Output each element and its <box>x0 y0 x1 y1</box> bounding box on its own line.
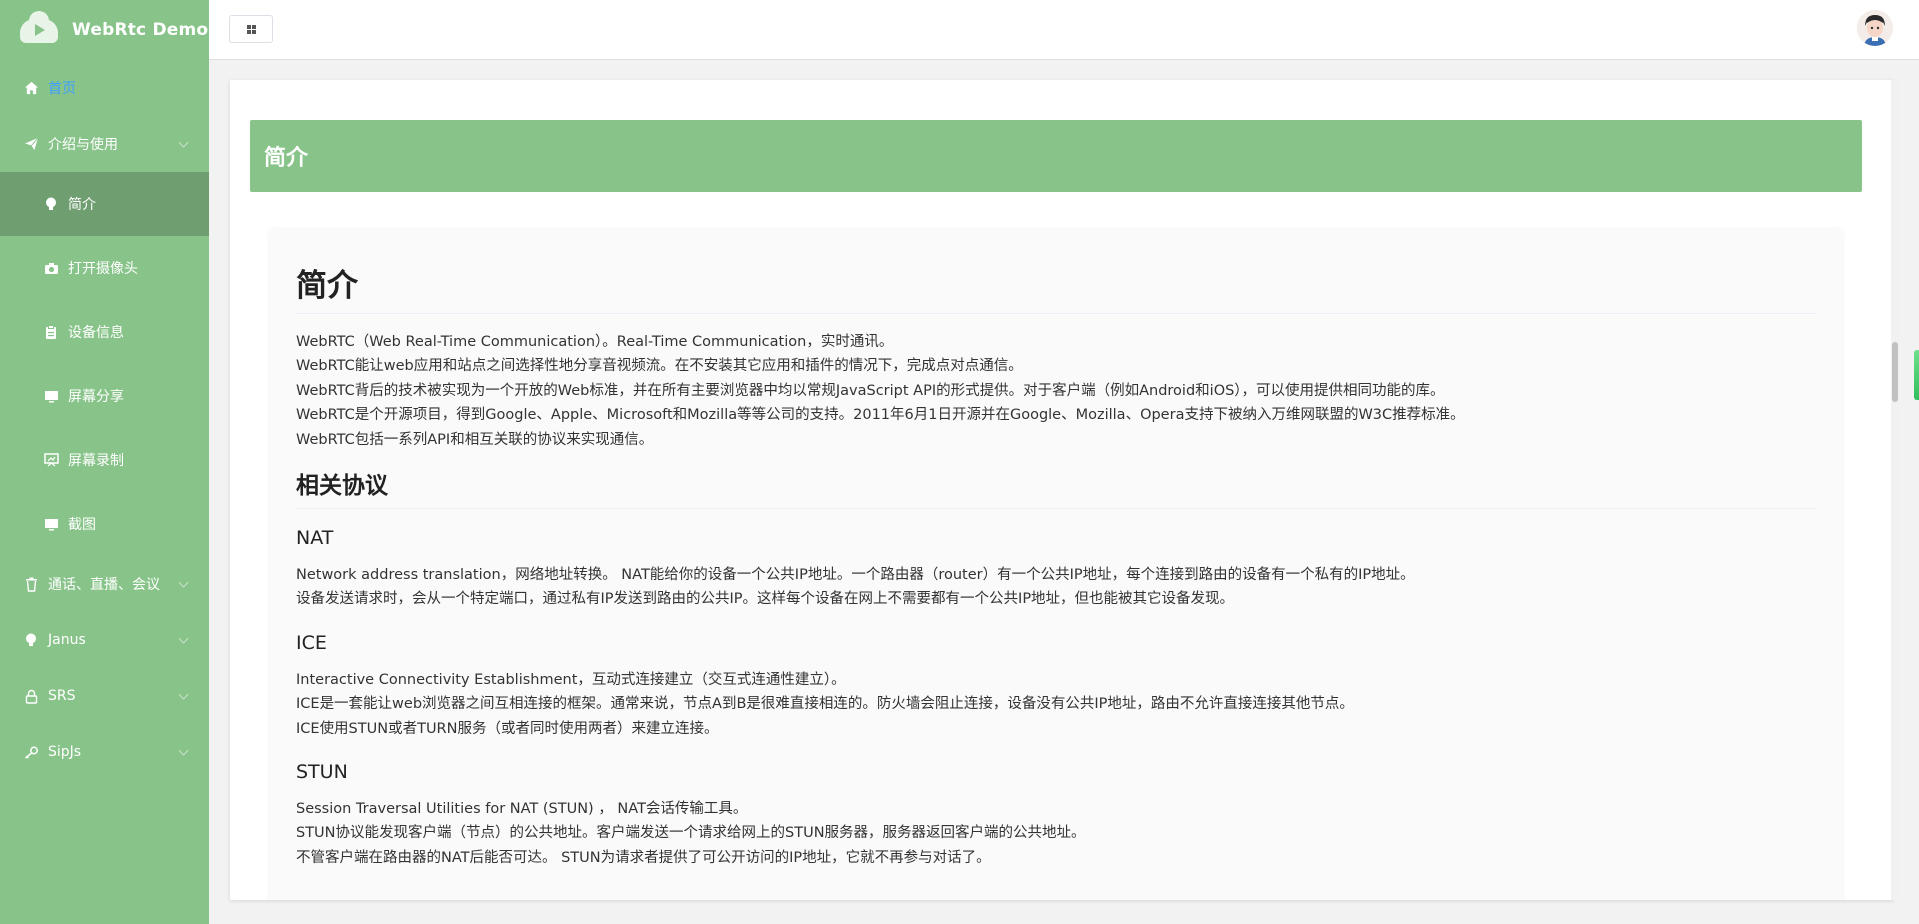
sidebar-item-open-camera[interactable]: 打开摄像头 <box>0 236 209 300</box>
sidebar-item-label: 设备信息 <box>68 325 124 341</box>
user-avatar-icon <box>1857 10 1893 46</box>
sidebar-toggle-button[interactable] <box>229 15 273 43</box>
brand[interactable]: WebRtc Demo <box>0 0 209 60</box>
paragraph-line: WebRTC能让web应用和站点之间选择性地分享音视频流。在不安装其它应用和插件… <box>296 358 1023 375</box>
sidebar-item-label: Janus <box>48 632 86 648</box>
monitor-icon <box>42 515 60 533</box>
camera-icon <box>42 259 60 277</box>
bulb-icon <box>42 195 60 213</box>
sidebar-item-label: 首页 <box>48 81 76 97</box>
paragraph-line: WebRTC是个开源项目，得到Google、Apple、Microsoft和Mo… <box>296 407 1465 424</box>
sidebar-item-label: 通话、直播、会议 <box>48 577 160 593</box>
paragraph-line: WebRTC包括一系列API和相互关联的协议来实现通信。 <box>296 431 654 448</box>
subsection-heading-ice: ICE <box>296 631 327 654</box>
paragraph-line: ICE是一套能让web浏览器之间互相连接的框架。通常来说，节点A到B是很难直接相… <box>296 696 1354 713</box>
sidebar: WebRtc Demo 首页 介绍与使用 简介 打开摄像头 设备信息 屏幕分享 … <box>0 0 209 924</box>
chevron-down-icon <box>178 689 189 700</box>
sidebar-item-call-live-meeting[interactable]: 通话、直播、会议 <box>0 556 209 612</box>
sidebar-item-label: SipJs <box>48 744 82 760</box>
trash-icon <box>22 575 40 593</box>
sidebar-item-janus[interactable]: Janus <box>0 612 209 668</box>
monitor-icon <box>42 387 60 405</box>
chevron-down-icon <box>178 633 189 644</box>
chevron-down-icon <box>178 137 189 148</box>
sidebar-item-label: 介绍与使用 <box>48 137 118 153</box>
sidebar-menu: 首页 介绍与使用 简介 打开摄像头 设备信息 屏幕分享 屏幕录制 截图 通话、直… <box>0 60 209 780</box>
sidebar-item-sipjs[interactable]: SipJs <box>0 724 209 780</box>
main-card: 简介 简介 WebRTC（Web Real-Time Communication… <box>230 80 1894 900</box>
sidebar-item-label: 简介 <box>68 197 96 213</box>
paragraph-line: 设备发送请求时，会从一个特定端口，通过私有IP发送到路由的公共IP。这样每个设备… <box>296 591 1235 608</box>
present-icon <box>42 451 60 469</box>
page-banner-title: 简介 <box>250 120 1862 192</box>
sidebar-item-intro-usage[interactable]: 介绍与使用 <box>0 116 209 172</box>
paper-plane-icon <box>22 135 40 153</box>
sidebar-item-label: 截图 <box>68 517 96 533</box>
paragraph-line: WebRTC背后的技术被实现为一个开放的Web标准，并在所有主要浏览器中均以常规… <box>296 382 1445 399</box>
paragraph-line: 不管客户端在路由器的NAT后能否可达。 STUN为请求者提供了可公开访问的IP地… <box>296 849 991 866</box>
sidebar-item-screen-record[interactable]: 屏幕录制 <box>0 428 209 492</box>
sidebar-item-srs[interactable]: SRS <box>0 668 209 724</box>
brand-title: WebRtc Demo <box>72 20 209 40</box>
avatar[interactable] <box>1857 10 1893 46</box>
chevron-down-icon <box>178 745 189 756</box>
home-icon <box>22 79 40 97</box>
chevron-down-icon <box>178 577 189 588</box>
paragraph-line: ICE使用STUN或者TURN服务（或者同时使用两者）来建立连接。 <box>296 720 719 737</box>
sidebar-item-label: 打开摄像头 <box>68 261 138 277</box>
sidebar-item-home[interactable]: 首页 <box>0 60 209 116</box>
top-header <box>209 0 1919 60</box>
paragraph-line: WebRTC（Web Real-Time Communication）。Real… <box>296 334 894 350</box>
sidebar-item-label: 屏幕分享 <box>68 389 124 405</box>
side-widget-handle[interactable] <box>1914 350 1919 400</box>
paragraph-line: Session Traversal Utilities for NAT (STU… <box>296 801 748 818</box>
scrollbar-thumb[interactable] <box>1892 342 1898 402</box>
section-heading-protocols: 相关协议 <box>296 466 1816 510</box>
paragraph-line: Interactive Connectivity Establishment，互… <box>296 671 846 688</box>
sidebar-item-jianjie[interactable]: 简介 <box>0 172 209 236</box>
sidebar-item-label: 屏幕录制 <box>68 453 124 469</box>
sidebar-item-label: SRS <box>48 688 76 704</box>
key-icon <box>22 743 40 761</box>
article-content: 简介 WebRTC（Web Real-Time Communication）。R… <box>270 230 1842 900</box>
lock-icon <box>22 687 40 705</box>
paragraph-line: STUN协议能发现客户端（节点）的公共地址。客户端发送一个请求给网上的STUN服… <box>296 825 1086 842</box>
subsection-heading-stun: STUN <box>296 761 348 784</box>
clipboard-icon <box>42 323 60 341</box>
grid-icon <box>246 24 256 34</box>
content-scrollbar[interactable] <box>1891 80 1899 900</box>
sidebar-item-device-info[interactable]: 设备信息 <box>0 300 209 364</box>
paragraph-line: Network address translation，网络地址转换。 NAT能… <box>296 567 1415 584</box>
sidebar-item-screenshot[interactable]: 截图 <box>0 492 209 556</box>
bulb-icon <box>22 631 40 649</box>
cloud-play-logo-icon <box>20 11 60 45</box>
article-heading: 简介 <box>296 260 1816 314</box>
subsection-heading-nat: NAT <box>296 527 334 550</box>
sidebar-item-screen-share[interactable]: 屏幕分享 <box>0 364 209 428</box>
